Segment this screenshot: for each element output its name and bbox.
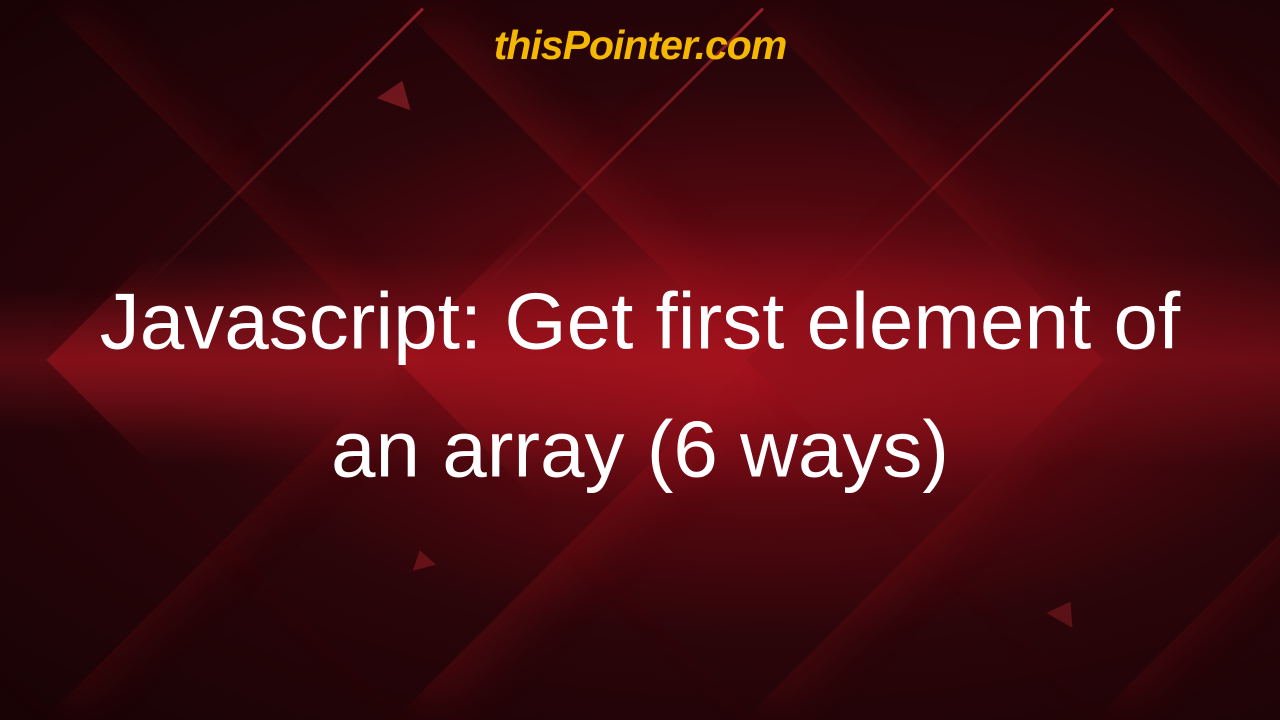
site-logo-text: thisPointer.com — [494, 22, 787, 69]
article-title: Javascript: Get first element of an arra… — [64, 258, 1216, 514]
